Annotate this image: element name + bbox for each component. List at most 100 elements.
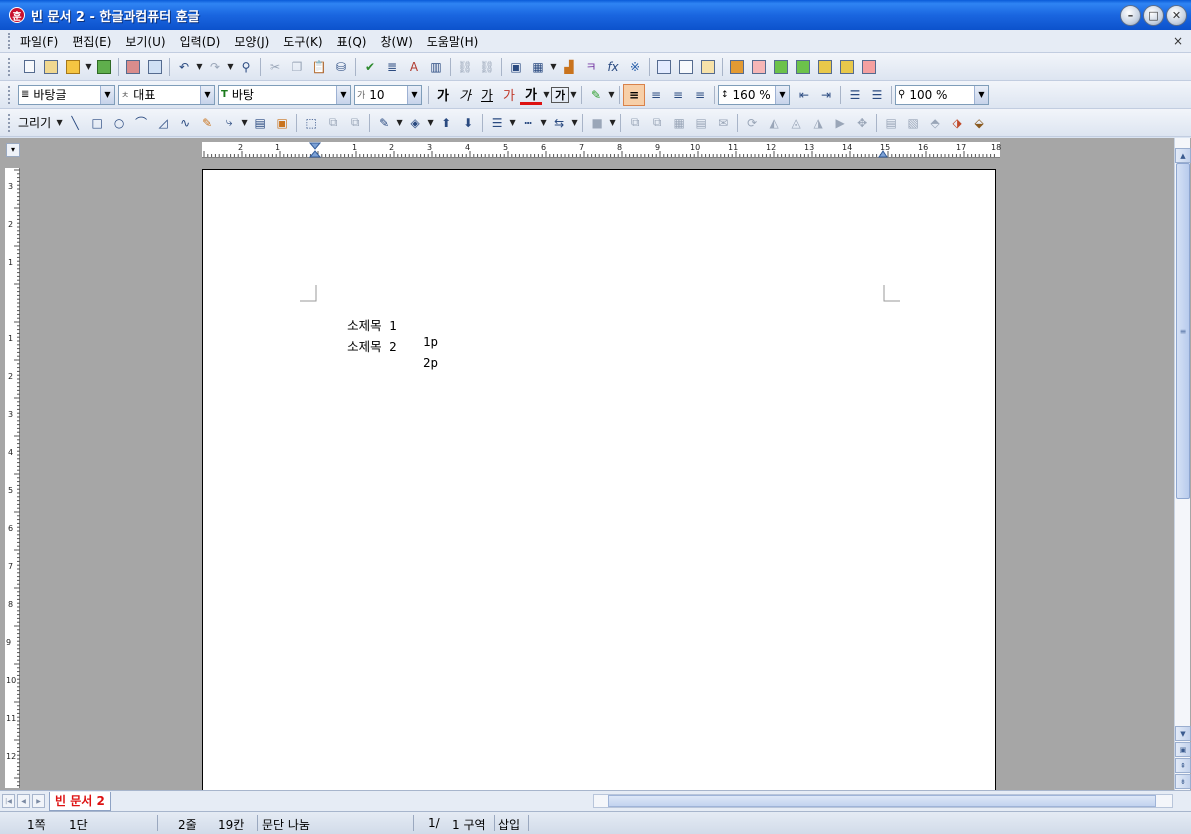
prev-page-icon[interactable]: ⇞ — [1175, 758, 1191, 773]
align-center-icon[interactable]: ≡ — [667, 84, 689, 106]
copy-format-icon[interactable] — [675, 56, 697, 78]
rotate-icon[interactable]: ⟳ — [741, 112, 763, 134]
line-color-dropdown-icon[interactable]: ▼ — [395, 112, 404, 134]
select-object-icon[interactable]: ⬚ — [300, 112, 322, 134]
format-painter-icon[interactable]: ⛁ — [330, 56, 352, 78]
object-paste-icon[interactable]: ⬘ — [924, 112, 946, 134]
order-front-icon[interactable]: ⧉ — [624, 112, 646, 134]
find-binoculars-icon[interactable]: ⚲ — [235, 56, 257, 78]
menu-edit[interactable]: 편집(E) — [66, 33, 117, 50]
align-right-icon[interactable]: ≡ — [689, 84, 711, 106]
curve-tool-icon[interactable]: ∿ — [174, 112, 196, 134]
skew-icon[interactable]: ◬ — [785, 112, 807, 134]
close-button[interactable]: ✕ — [1166, 5, 1187, 26]
image-1-icon[interactable] — [814, 56, 836, 78]
connector-tool-icon[interactable]: ⤷ — [218, 112, 240, 134]
text-align-icon[interactable]: ≣ — [381, 56, 403, 78]
envelope-icon[interactable]: ✉ — [712, 112, 734, 134]
flip-vertical-icon[interactable]: ▶ — [829, 112, 851, 134]
scroll-up-icon[interactable]: ▲ — [1175, 148, 1191, 163]
flip-horizontal-icon[interactable]: ◮ — [807, 112, 829, 134]
status-paragraph-break[interactable]: 문단 나눔 — [262, 816, 310, 833]
object-properties-icon[interactable]: ▤ — [880, 112, 902, 134]
char-color-button[interactable]: 가 — [520, 85, 542, 105]
insert-table-icon[interactable]: ▦ — [527, 56, 549, 78]
spellcheck-icon[interactable]: ✔ — [359, 56, 381, 78]
rotate-free-icon[interactable]: ◭ — [763, 112, 785, 134]
symbol-icon[interactable]: ※ — [624, 56, 646, 78]
send-backward-icon[interactable]: ⬇ — [457, 112, 479, 134]
save-icon[interactable] — [93, 56, 115, 78]
scroll-thumb[interactable]: ≡ — [1176, 163, 1190, 499]
menu-grip[interactable] — [8, 33, 12, 49]
minimize-button[interactable]: – — [1120, 5, 1141, 26]
wordart-icon[interactable]: ㅋ — [580, 56, 602, 78]
toolbar-grip[interactable] — [8, 113, 12, 132]
chevron-down-icon[interactable]: ▼ — [775, 85, 789, 104]
char-color-dropdown-icon[interactable]: ▼ — [542, 84, 551, 106]
horizontal-ruler[interactable]: 2 1 1 2 3 4 5 6 7 8 9 10 11 12 13 14 15 … — [202, 142, 1001, 158]
ungroup-icon[interactable]: ⧉ — [344, 112, 366, 134]
redo-dropdown-icon[interactable]: ▼ — [226, 56, 235, 78]
new-tab-icon[interactable] — [40, 56, 62, 78]
print-icon[interactable] — [122, 56, 144, 78]
vertical-scrollbar[interactable]: ▲ ≡ ▼ ▣ ⇞ ⇟ — [1174, 138, 1191, 790]
menu-help[interactable]: 도움말(H) — [421, 33, 485, 50]
undo-dropdown-icon[interactable]: ▼ — [195, 56, 204, 78]
highlight-pen-icon[interactable]: ✎ — [585, 84, 607, 106]
insert-picture-icon[interactable]: ▣ — [505, 56, 527, 78]
line-style-icon[interactable]: ┅ — [517, 112, 539, 134]
line-weight-icon[interactable]: ☰ — [486, 112, 508, 134]
maximize-button[interactable]: □ — [1143, 5, 1164, 26]
slide-1-icon[interactable] — [770, 56, 792, 78]
decrease-indent-icon[interactable]: ⇤ — [793, 84, 815, 106]
line-style-dropdown-icon[interactable]: ▼ — [539, 112, 548, 134]
slide-2-icon[interactable] — [792, 56, 814, 78]
chevron-down-icon[interactable]: ▼ — [200, 85, 214, 104]
menu-table[interactable]: 표(Q) — [331, 33, 373, 50]
edit-points-icon[interactable]: ⬗ — [946, 112, 968, 134]
increase-indent-icon[interactable]: ⇥ — [815, 84, 837, 106]
drawing-dropdown-icon[interactable]: ▼ — [55, 112, 64, 134]
first-tab-icon[interactable]: |◀ — [2, 794, 15, 808]
ellipse-tool-icon[interactable]: ○ — [108, 112, 130, 134]
bold-button[interactable]: 가 — [432, 84, 454, 106]
presentation-icon[interactable] — [748, 56, 770, 78]
menu-file[interactable]: 파일(F) — [14, 33, 64, 50]
toolbar-grip[interactable] — [8, 85, 12, 104]
vertical-ruler[interactable]: 3 2 1 1 2 3 4 5 6 7 8 9 10 11 12 — [5, 168, 20, 788]
next-tab-icon[interactable]: ▶ — [32, 794, 45, 808]
scroll-down-icon[interactable]: ▼ — [1175, 726, 1191, 741]
more-tools-icon[interactable]: ⬙ — [968, 112, 990, 134]
strikethrough-button[interactable]: 가 — [498, 84, 520, 106]
right-margin-marker-icon[interactable] — [878, 150, 888, 158]
line-spacing-select[interactable]: ↕ 160 % ▼ — [718, 84, 790, 105]
group-icon[interactable]: ⧉ — [322, 112, 344, 134]
line-color-icon[interactable]: ✎ — [373, 112, 395, 134]
document-line[interactable]: 소제목 2 2p — [317, 321, 438, 385]
italic-button[interactable]: 가 — [454, 84, 476, 106]
text-box-icon[interactable] — [653, 56, 675, 78]
horizontal-scrollbar[interactable] — [593, 794, 1173, 808]
numbered-list-icon[interactable]: ☰ — [844, 84, 866, 106]
toolbar-grip[interactable] — [8, 57, 12, 76]
object-copy-icon[interactable]: ▧ — [902, 112, 924, 134]
columns-icon[interactable]: ▥ — [425, 56, 447, 78]
underline-button[interactable]: 가 — [476, 84, 498, 106]
font-size-select[interactable]: 가 10 ▼ — [354, 84, 422, 105]
drawing-menu[interactable]: 그리기 — [18, 114, 51, 131]
print-preview-icon[interactable] — [144, 56, 166, 78]
pencil-tool-icon[interactable]: ✎ — [196, 112, 218, 134]
new-document-icon[interactable] — [18, 56, 40, 78]
redo-icon[interactable]: ↷ — [204, 56, 226, 78]
polygon-tool-icon[interactable]: ◿ — [152, 112, 174, 134]
font-select[interactable]: T 바탕 ▼ — [218, 84, 351, 105]
chevron-down-icon[interactable]: ▼ — [974, 85, 988, 104]
document-close-icon[interactable]: × — [1173, 34, 1183, 48]
page-view-icon[interactable]: ▣ — [1175, 742, 1191, 757]
app-logo-icon[interactable]: 훈 — [9, 7, 25, 23]
undo-icon[interactable]: ↶ — [173, 56, 195, 78]
insert-chart-icon[interactable]: ▟ — [558, 56, 580, 78]
open-dropdown-icon[interactable]: ▼ — [84, 56, 93, 78]
open-folder-icon[interactable] — [62, 56, 84, 78]
